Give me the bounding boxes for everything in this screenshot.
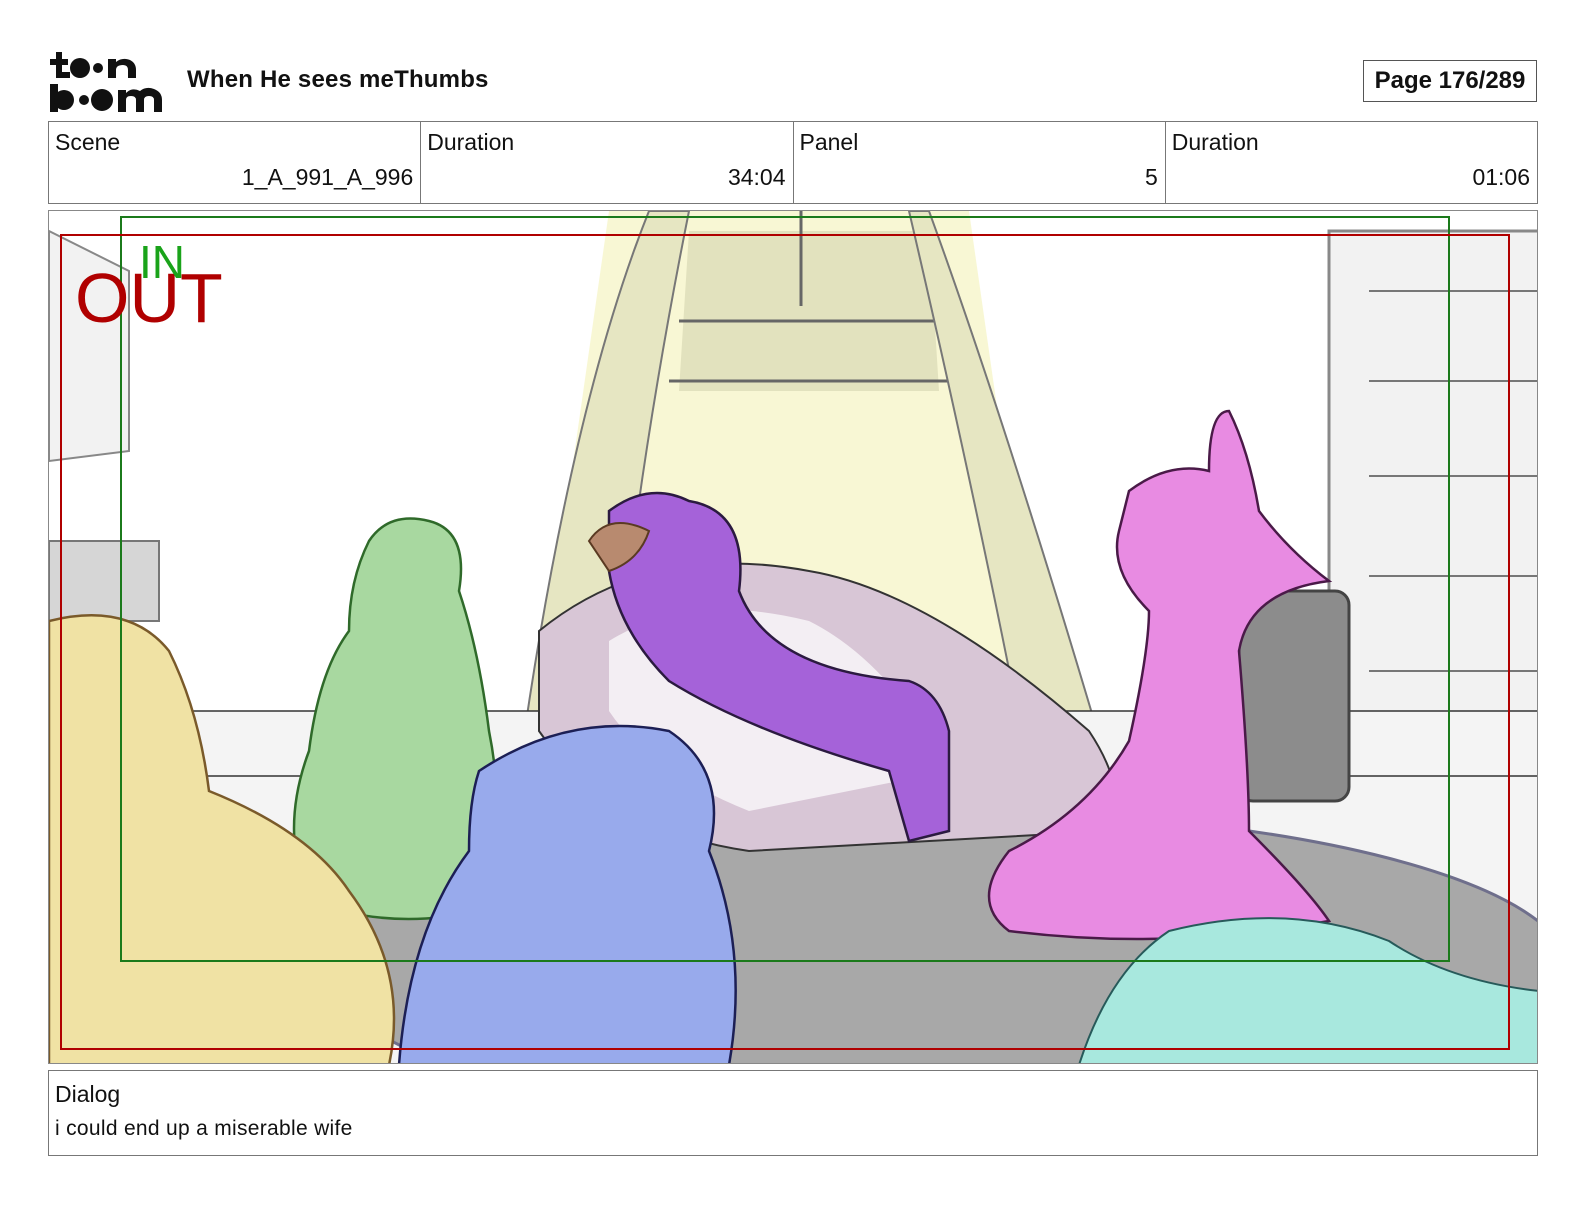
panel-cell: Panel 5 bbox=[794, 122, 1166, 203]
scene-value: 1_A_991_A_996 bbox=[241, 164, 414, 190]
panel-duration-cell: Duration 01:06 bbox=[1166, 122, 1537, 203]
scene-cell: Scene 1_A_991_A_996 bbox=[49, 122, 422, 203]
panel-value: 5 bbox=[1144, 164, 1158, 190]
panel-label: Panel bbox=[799, 129, 859, 155]
scene-info-table: Scene 1_A_991_A_996 Duration 34:04 Panel… bbox=[48, 121, 1538, 204]
in-frame-label: IN bbox=[139, 236, 185, 288]
dialog-text: i could end up a miserable wife bbox=[55, 1117, 353, 1140]
panel-duration-value: 01:06 bbox=[1472, 164, 1530, 190]
panel-duration-label: Duration bbox=[1171, 129, 1259, 155]
scene-label: Scene bbox=[55, 129, 121, 155]
storyboard-panel-image: OUT IN bbox=[48, 210, 1538, 1064]
page-number: Page 176/289 bbox=[1363, 60, 1537, 102]
document-title: When He sees meThumbs bbox=[187, 66, 489, 93]
sketch-drawing bbox=[49, 211, 1537, 1063]
scene-duration-cell: Duration 34:04 bbox=[421, 122, 794, 203]
dialog-box: Dialog i could end up a miserable wife bbox=[48, 1070, 1538, 1156]
scene-duration-value: 34:04 bbox=[727, 164, 786, 190]
scene-duration-label: Duration bbox=[427, 129, 515, 155]
toon-boom-logo bbox=[50, 50, 166, 114]
dialog-label: Dialog bbox=[55, 1081, 121, 1107]
